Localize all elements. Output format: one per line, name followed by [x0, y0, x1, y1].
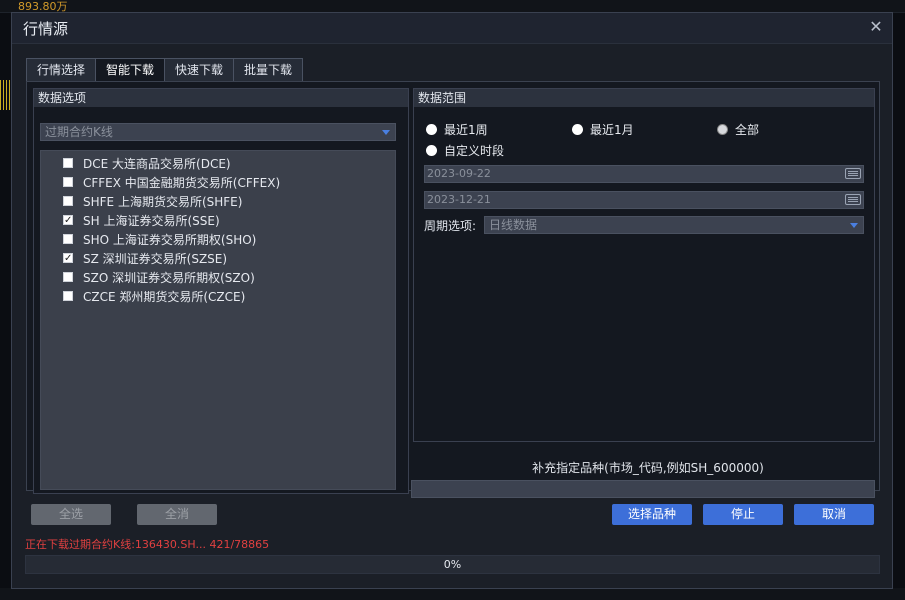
progress-percent: 0% — [443, 558, 462, 571]
cancel-button[interactable]: 取消 — [794, 504, 874, 525]
period-select[interactable]: 日线数据 — [484, 216, 864, 234]
market-list-item-label: SH 上海证券交易所(SSE) — [83, 214, 220, 228]
start-date-field[interactable]: 2023-09-22 — [424, 165, 864, 183]
tab-smart-download[interactable]: 智能下载 — [95, 58, 166, 83]
download-progress-bar: 0% — [25, 555, 880, 574]
tab-batch-download[interactable]: 批量下载 — [233, 58, 304, 81]
checkbox-icon[interactable] — [63, 196, 73, 206]
start-date-value: 2023-09-22 — [427, 167, 491, 180]
market-list-item-label: DCE 大连商品交易所(DCE) — [83, 157, 231, 171]
close-icon: ✕ — [869, 17, 883, 36]
period-label: 周期选项: — [424, 219, 477, 233]
background-app-footer — [0, 588, 905, 600]
data-range-group: 数据范围 最近1周 最近1月 全部 自定义时段 2023-09-22 2023-… — [413, 88, 875, 442]
keyboard-icon[interactable] — [845, 168, 861, 179]
end-date-field[interactable]: 2023-12-21 — [424, 191, 864, 209]
select-all-button[interactable]: 全选 — [31, 504, 111, 525]
end-date-value: 2023-12-21 — [427, 193, 491, 206]
market-list-item-label: SZ 深圳证券交易所(SZSE) — [83, 252, 228, 266]
radio-last-month-label: 最近1月 — [590, 123, 634, 137]
radio-icon — [426, 124, 437, 135]
dialog-titlebar: 行情源 ✕ — [12, 13, 892, 44]
dialog-title: 行情源 — [23, 20, 69, 38]
data-range-title: 数据范围 — [414, 89, 874, 107]
market-list-item-label: CFFEX 中国金融期货交易所(CFFEX) — [83, 176, 281, 190]
market-source-dialog: 行情源 ✕ 行情选择 智能下载 快速下载 批量下载 数据选项 过期合约K线 DC… — [11, 12, 893, 589]
checkbox-icon[interactable] — [63, 234, 73, 244]
period-value: 日线数据 — [489, 218, 538, 232]
market-list-item-label: SHFE 上海期货交易所(SHFE) — [83, 195, 243, 209]
stop-button[interactable]: 停止 — [703, 504, 783, 525]
tab-bar: 行情选择 智能下载 快速下载 批量下载 — [26, 58, 304, 83]
close-button[interactable]: ✕ — [866, 17, 886, 37]
market-list-item-label: SHO 上海证券交易所期权(SHO) — [83, 233, 257, 247]
radio-all-label: 全部 — [735, 123, 760, 137]
data-options-title: 数据选项 — [34, 89, 408, 107]
radio-icon — [426, 145, 437, 156]
radio-icon — [572, 124, 583, 135]
checkbox-icon[interactable] — [63, 158, 73, 168]
data-type-select[interactable]: 过期合约K线 — [40, 123, 396, 141]
data-options-group: 数据选项 过期合约K线 DCE 大连商品交易所(DCE) CFFEX 中国金融期货… — [33, 88, 409, 494]
tab-content-panel: 数据选项 过期合约K线 DCE 大连商品交易所(DCE) CFFEX 中国金融期货… — [26, 81, 880, 494]
market-list-item-label: CZCE 郑州期货交易所(CZCE) — [83, 290, 246, 304]
download-status-text: 正在下载过期合约K线:136430.SH... 421/78865 — [25, 538, 270, 551]
checkbox-icon[interactable] — [63, 272, 73, 282]
chevron-down-icon — [850, 223, 858, 228]
supplement-symbol-input[interactable] — [411, 480, 875, 498]
clear-all-button[interactable]: 全消 — [137, 504, 217, 525]
choose-symbols-button[interactable]: 选择品种 — [612, 504, 692, 525]
checkbox-icon[interactable] — [63, 291, 73, 301]
market-list[interactable]: DCE 大连商品交易所(DCE) CFFEX 中国金融期货交易所(CFFEX) SH… — [40, 150, 396, 490]
radio-custom-label: 自定义时段 — [444, 144, 505, 158]
tab-market-select[interactable]: 行情选择 — [26, 58, 97, 81]
supplement-hint: 补充指定品种(市场_代码,例如SH_600000) — [532, 461, 764, 475]
tab-quick-download[interactable]: 快速下载 — [164, 58, 235, 81]
radio-last-week-label: 最近1周 — [444, 123, 488, 137]
checkbox-checked-icon[interactable]: ✓ — [63, 215, 73, 226]
market-list-item-label: SZO 深圳证券交易所期权(SZO) — [83, 271, 255, 285]
data-type-value: 过期合约K线 — [45, 125, 113, 139]
checkbox-checked-icon[interactable]: ✓ — [63, 253, 73, 264]
radio-selected-icon — [717, 124, 728, 135]
background-chart-strip — [0, 80, 10, 110]
checkbox-icon[interactable] — [63, 177, 73, 187]
keyboard-icon[interactable] — [845, 194, 861, 205]
chevron-down-icon — [382, 130, 390, 135]
